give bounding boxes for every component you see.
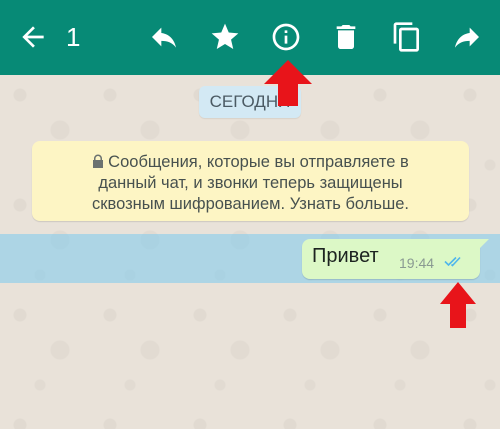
back-arrow-icon [22,26,44,48]
forward-button[interactable] [444,14,490,60]
reply-icon [152,27,176,48]
lock-icon [92,153,104,168]
info-icon [272,23,300,51]
copy-icon [393,22,419,52]
annotation-arrow-up-icon [440,282,476,328]
delete-icon [336,25,356,49]
forward-icon [455,27,479,48]
encryption-notice[interactable]: Сообщения, которые вы отправляете в данн… [32,141,469,221]
annotation-arrow-up-icon [264,60,312,106]
selected-count: 1 [66,22,81,52]
delete-button[interactable] [323,14,369,60]
reply-button[interactable] [141,14,187,60]
star-icon [211,23,239,49]
encryption-notice-line-1: Сообщения, которые вы отправляете в [108,153,409,171]
back-button[interactable] [10,14,56,60]
message-text: Привет [312,245,379,267]
selection-toolbar: 1 [0,0,500,75]
encryption-notice-line: Сообщения, которые вы отправляете в [50,152,451,173]
copy-button[interactable] [384,14,430,60]
star-button[interactable] [202,14,248,60]
encryption-notice-line-2: данный чат, и звонки теперь защищены [98,174,403,192]
encryption-notice-line-3: сквозным шифрованием. Узнать больше. [92,195,409,213]
info-button[interactable] [263,14,309,60]
message-time: 19:44 [399,255,435,271]
outgoing-message-bubble[interactable]: Привет 19:44 [302,239,489,279]
double-check-read-icon [444,254,466,268]
